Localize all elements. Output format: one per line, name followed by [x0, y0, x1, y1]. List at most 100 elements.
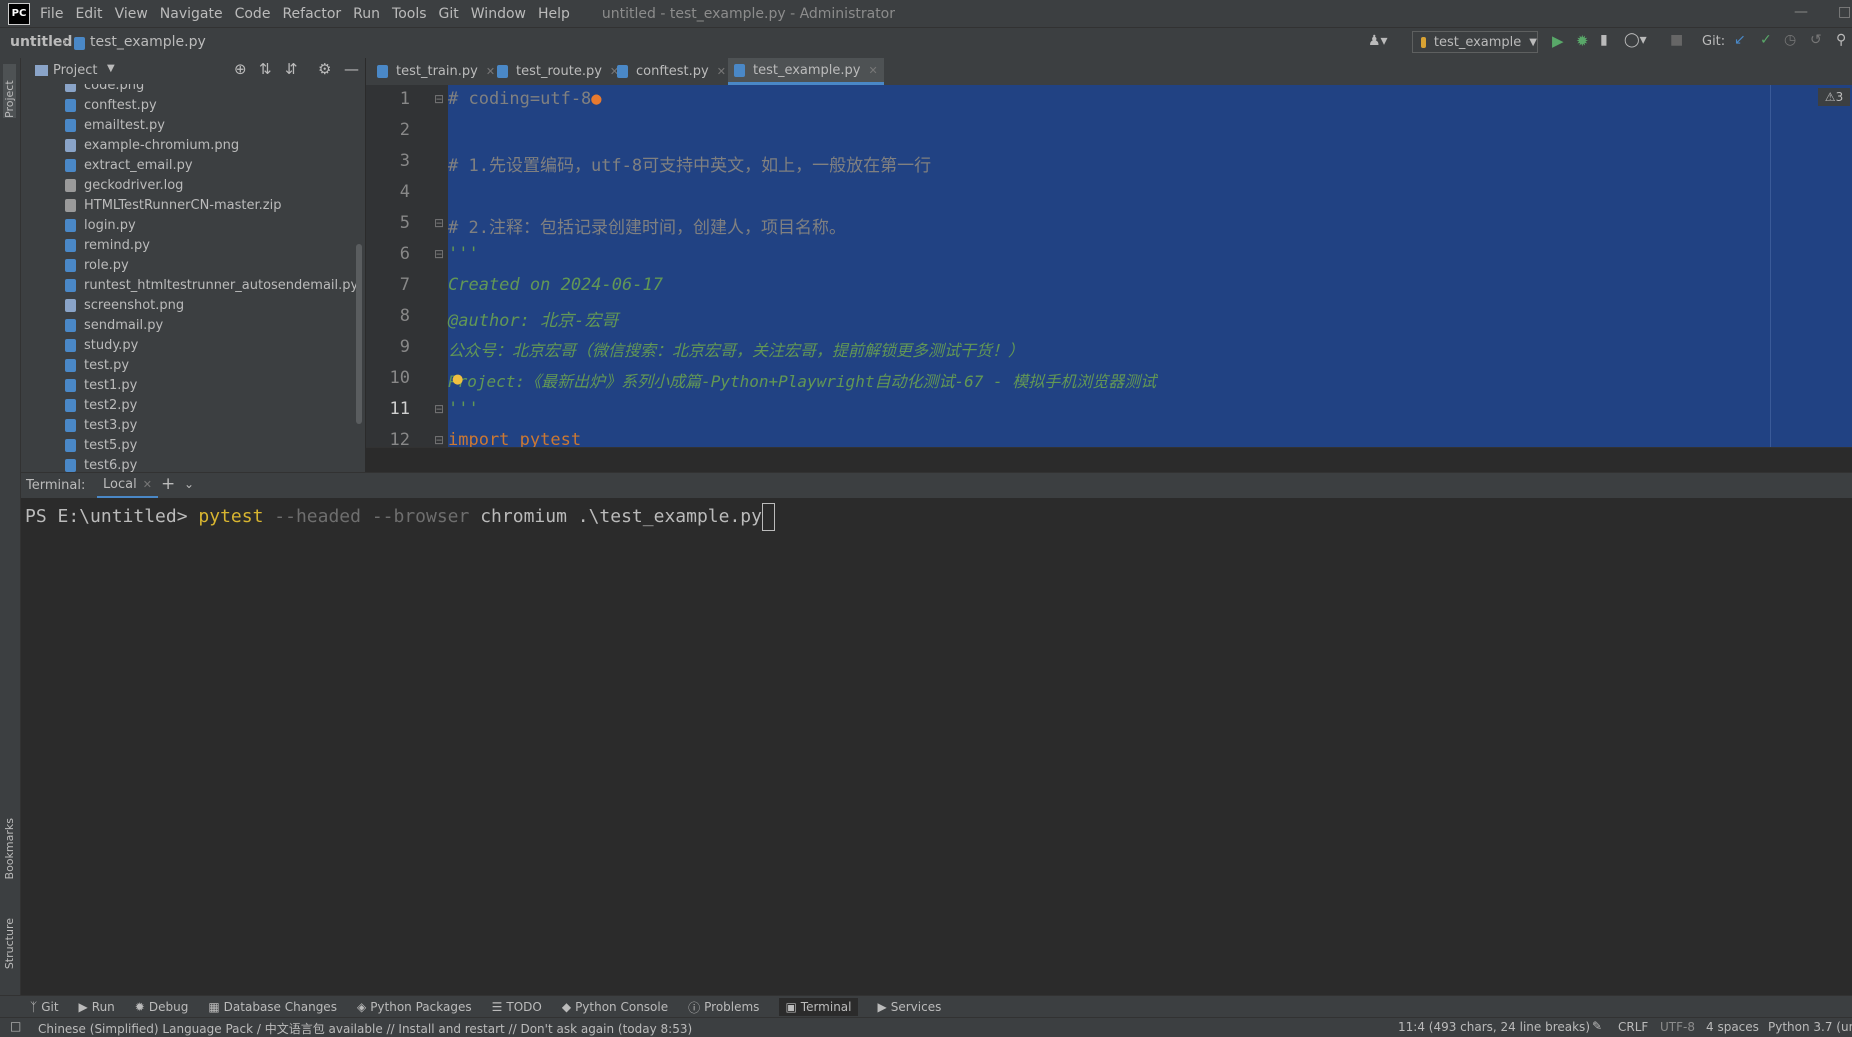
tab-test-example[interactable]: test_example.py ✕: [728, 58, 884, 85]
project-panel-title[interactable]: Project: [53, 63, 97, 78]
menu-view[interactable]: View: [115, 6, 148, 22]
python-file-icon: [65, 218, 76, 232]
gear-icon[interactable]: ⚙: [318, 60, 331, 78]
tool-debug[interactable]: ✹ Debug: [135, 1000, 189, 1014]
git-update-icon[interactable]: ↙: [1734, 32, 1746, 48]
menu-window[interactable]: Window: [471, 6, 526, 22]
menu-refactor[interactable]: Refactor: [282, 6, 341, 22]
menu-help[interactable]: Help: [538, 6, 570, 22]
minimize-icon[interactable]: —: [1794, 4, 1808, 20]
tree-item[interactable]: conftest.py: [65, 95, 157, 115]
tool-services[interactable]: ▶ Services: [878, 1000, 942, 1014]
tab-conftest[interactable]: conftest.py ✕: [611, 58, 732, 85]
fold-marker-icon[interactable]: ⊟: [434, 92, 444, 106]
right-margin-guide: [1770, 85, 1771, 447]
tree-item[interactable]: test2.py: [65, 395, 137, 415]
chevron-down-icon[interactable]: ⌄: [184, 477, 194, 491]
menu-run[interactable]: Run: [353, 6, 380, 22]
code-editor[interactable]: [448, 85, 1852, 447]
tool-run[interactable]: ▶ Run: [79, 1000, 115, 1014]
tree-item[interactable]: test.py: [65, 355, 129, 375]
tool-problems[interactable]: ⓘ Problems: [688, 999, 759, 1016]
tree-item[interactable]: emailtest.py: [65, 115, 165, 135]
tree-item[interactable]: remind.py: [65, 235, 150, 255]
code-line: Created on 2024-06-17: [448, 275, 663, 295]
debug-icon[interactable]: ✹: [1576, 32, 1589, 50]
tree-item[interactable]: code.png: [65, 84, 144, 95]
add-terminal-icon[interactable]: +: [161, 474, 175, 494]
git-commit-icon[interactable]: ✓: [1760, 32, 1772, 48]
close-icon[interactable]: ✕: [143, 478, 152, 491]
status-message[interactable]: Chinese (Simplified) Language Pack / 中文语…: [38, 1020, 692, 1037]
run-icon[interactable]: ▶: [1552, 32, 1564, 50]
tree-item[interactable]: test6.py: [65, 455, 137, 472]
stop-icon[interactable]: ■: [1670, 32, 1683, 48]
readonly-icon[interactable]: ✎: [1592, 1019, 1602, 1033]
structure-tool-button[interactable]: Structure: [3, 918, 16, 969]
run-configuration-select[interactable]: test_example ▼: [1412, 31, 1538, 53]
search-icon[interactable]: ⚲: [1836, 32, 1846, 48]
collapse-all-icon[interactable]: ⇵: [285, 60, 298, 78]
menu-file[interactable]: File: [40, 6, 63, 22]
menu-tools[interactable]: Tools: [392, 6, 427, 22]
locate-file-icon[interactable]: ⊕: [234, 60, 247, 78]
tree-item[interactable]: screenshot.png: [65, 295, 184, 315]
tool-terminal[interactable]: ▣ Terminal: [779, 998, 858, 1016]
fold-marker-icon[interactable]: ⊟: [434, 402, 444, 416]
menu-code[interactable]: Code: [235, 6, 271, 22]
tree-item[interactable]: test1.py: [65, 375, 137, 395]
tree-scrollbar[interactable]: [356, 244, 362, 424]
menu-edit[interactable]: Edit: [75, 6, 102, 22]
tool-todo[interactable]: ☰ TODO: [492, 1000, 542, 1014]
tree-item[interactable]: study.py: [65, 335, 138, 355]
python-interpreter[interactable]: Python 3.7 (un: [1768, 1020, 1852, 1034]
tree-item[interactable]: HTMLTestRunnerCN-master.zip: [65, 195, 281, 215]
bookmarks-tool-button[interactable]: Bookmarks: [3, 818, 16, 879]
close-icon[interactable]: ✕: [717, 65, 726, 78]
fold-marker-icon[interactable]: ⊟: [434, 433, 444, 447]
status-toggle-icon[interactable]: □: [10, 1019, 21, 1033]
chevron-down-icon[interactable]: ▼: [107, 63, 115, 74]
git-history-icon[interactable]: ◷: [1784, 32, 1796, 48]
project-folder-icon: [35, 65, 48, 76]
line-separator[interactable]: CRLF: [1618, 1020, 1648, 1034]
file-encoding[interactable]: UTF-8: [1660, 1020, 1695, 1034]
profile-icon[interactable]: ◯▾: [1624, 32, 1647, 48]
tool-python-packages[interactable]: ◈ Python Packages: [357, 1000, 472, 1014]
tree-item[interactable]: login.py: [65, 215, 136, 235]
menu-git[interactable]: Git: [439, 6, 459, 22]
tree-item[interactable]: test5.py: [65, 435, 137, 455]
expand-all-icon[interactable]: ⇅: [259, 60, 272, 78]
tree-item[interactable]: role.py: [65, 255, 129, 275]
tab-test-route[interactable]: test_route.py ✕: [491, 58, 625, 85]
fold-marker-icon[interactable]: ⊟: [434, 247, 444, 261]
tree-item[interactable]: sendmail.py: [65, 315, 163, 335]
terminal-output[interactable]: PS E:\untitled> pytest --headed --browse…: [21, 498, 1852, 995]
project-tool-button[interactable]: Project: [3, 64, 16, 118]
inspection-widget[interactable]: ⚠ 3: [1818, 88, 1850, 106]
tree-item[interactable]: example-chromium.png: [65, 135, 239, 155]
tool-database-changes[interactable]: ▦ Database Changes: [208, 1000, 337, 1014]
fold-marker-icon[interactable]: ⊟: [434, 216, 444, 230]
tree-item[interactable]: test3.py: [65, 415, 137, 435]
tool-git[interactable]: ᛉ Git: [30, 1000, 59, 1014]
tree-item[interactable]: runtest_htmltestrunner_autosendemail.py: [65, 275, 358, 295]
indent-setting[interactable]: 4 spaces: [1706, 1020, 1759, 1034]
tree-item[interactable]: extract_email.py: [65, 155, 193, 175]
user-icon[interactable]: ♟▾: [1368, 33, 1388, 49]
menu-navigate[interactable]: Navigate: [160, 6, 223, 22]
editor-horizontal-scrollbar[interactable]: [366, 447, 1852, 470]
restore-icon[interactable]: □: [1838, 4, 1851, 20]
breadcrumb-file[interactable]: test_example.py: [90, 34, 206, 50]
tool-python-console[interactable]: ◆ Python Console: [562, 1000, 668, 1014]
coverage-icon[interactable]: ▮: [1600, 32, 1608, 48]
tree-item[interactable]: geckodriver.log: [65, 175, 183, 195]
close-icon[interactable]: ✕: [869, 64, 878, 77]
tab-test-train[interactable]: test_train.py ✕: [371, 58, 501, 85]
caret-position[interactable]: 11:4 (493 chars, 24 line breaks): [1398, 1020, 1590, 1034]
terminal-tab-local[interactable]: Local ✕: [97, 473, 158, 498]
git-rollback-icon[interactable]: ↺: [1810, 32, 1822, 48]
hide-panel-icon[interactable]: —: [344, 60, 359, 78]
run-icon: ▶: [78, 1000, 88, 1014]
lightbulb-icon[interactable]: ●: [452, 372, 463, 387]
